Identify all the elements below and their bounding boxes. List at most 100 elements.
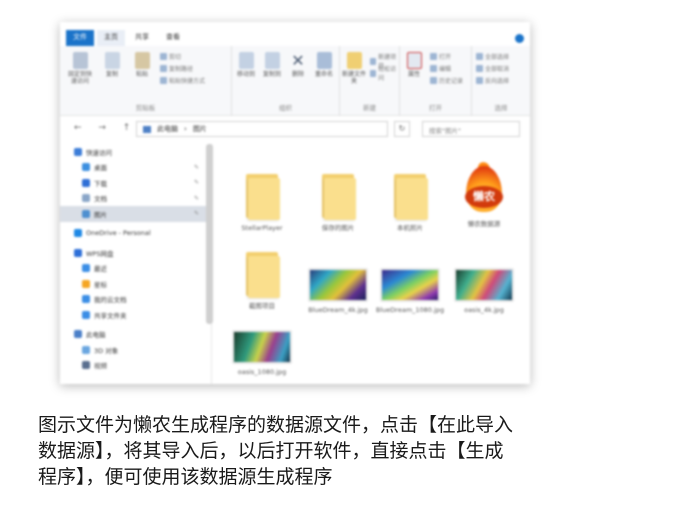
file-item[interactable]: 保存的图片: [300, 170, 376, 232]
sidebar-item[interactable]: 共享文件夹: [60, 307, 211, 323]
refresh-button[interactable]: ↻: [394, 121, 410, 137]
sidebar-item[interactable]: 快速访问: [60, 144, 211, 160]
rename-button[interactable]: 重命名: [312, 52, 336, 92]
pin-icon[interactable]: ✎: [194, 210, 199, 217]
tab-view[interactable]: 查看: [159, 30, 187, 46]
sidebar-item-icon: [82, 279, 90, 288]
tab-file[interactable]: 文件: [66, 30, 94, 46]
pin-icon[interactable]: ✎: [194, 164, 199, 171]
copy-path-button[interactable]: 复制路径: [160, 64, 193, 73]
sidebar-item-icon: [74, 229, 82, 238]
caption: 图示文件为懒农生成程序的数据源文件，点击【在此导入 数据源】，将其导入后，以后打…: [38, 412, 598, 490]
file-name: oasis_1080.jpg: [237, 368, 287, 376]
file-item[interactable]: 懒农 懒农数据源: [446, 160, 522, 228]
sidebar-item-label: 此电脑: [86, 331, 106, 340]
pin-icon[interactable]: ✎: [194, 195, 199, 202]
paste-button[interactable]: 粘贴: [130, 52, 154, 92]
pin-quick-access-button[interactable]: 固定到快速访问: [68, 52, 92, 92]
invert-selection-button[interactable]: 反向选择: [476, 76, 509, 85]
file-item[interactable]: oasis_1080.jpg: [224, 330, 300, 376]
folder-icon: [244, 170, 280, 220]
sidebar-item-icon: [74, 248, 82, 257]
delete-button[interactable]: ✕ 删除: [286, 52, 310, 92]
sidebar-item-label: 文档: [94, 195, 107, 204]
sidebar-item[interactable]: 下载 ✎: [60, 175, 211, 191]
breadcrumb-this-pc[interactable]: 此电脑: [157, 124, 178, 134]
navigation-arrows[interactable]: ← → ↑: [74, 123, 137, 133]
ribbon-tabs: 文件 主页 共享 查看: [60, 30, 530, 46]
sidebar-item[interactable]: OneDrive - Personal: [60, 226, 211, 242]
sidebar-item[interactable]: 3D 对象: [60, 342, 211, 358]
tab-share[interactable]: 共享: [128, 30, 156, 46]
select-all-button[interactable]: 全部选择: [476, 52, 509, 61]
history-button[interactable]: 历史记录: [430, 76, 463, 85]
sidebar-item-icon: [82, 178, 90, 187]
address-bar[interactable]: 此电脑 › 图片: [136, 121, 388, 137]
sidebar-item[interactable]: 我的云文档: [60, 292, 211, 308]
ribbon-group-label: 打开: [429, 104, 442, 112]
breadcrumb-pictures[interactable]: 图片: [193, 124, 207, 134]
file-item[interactable]: oasis_4k.jpg: [446, 268, 522, 314]
sidebar-item-label: 我的云文档: [94, 296, 127, 305]
image-thumbnail: [454, 268, 514, 302]
sidebar-item[interactable]: 星标: [60, 276, 211, 292]
paste-shortcut-button[interactable]: 粘贴快捷方式: [160, 76, 205, 85]
tab-home[interactable]: 主页: [97, 30, 125, 46]
ribbon-group-organize: 移动到 复制到 ✕ 删除 重命名 组织: [232, 46, 340, 116]
file-item[interactable]: 本机照片: [372, 170, 448, 232]
sidebar-item[interactable]: 视频: [60, 358, 211, 374]
sidebar-item[interactable]: WPS网盘: [60, 245, 211, 261]
sidebar-item[interactable]: 此电脑: [60, 327, 211, 343]
search-input[interactable]: 搜索"图片": [422, 121, 520, 137]
sidebar-item-label: 图片: [94, 210, 107, 219]
sidebar-item-icon: [82, 163, 90, 172]
paste-shortcut-icon: [160, 77, 167, 84]
sidebar-item[interactable]: 文档 ✎: [60, 191, 211, 207]
copy-path-icon: [160, 65, 167, 72]
image-thumbnail: [308, 268, 368, 302]
pin-icon: [72, 52, 88, 69]
caption-line-3: 程序】，便可使用该数据源生成程序: [38, 466, 333, 488]
file-item[interactable]: BlueDream_4k.jpg: [300, 268, 376, 314]
sidebar-item-icon: [82, 264, 90, 273]
navigation-pane: 快速访问桌面 ✎ 下载 ✎ 文档 ✎ 图片 ✎ OneDrive - Personal WPS网盘…: [60, 144, 212, 384]
sidebar-item-icon: [74, 330, 82, 339]
caption-line-2: 数据源】，将其导入后，以后打开软件，直接点击【生成: [38, 440, 504, 462]
file-item[interactable]: 截图项目: [224, 248, 300, 310]
edit-icon: [430, 65, 437, 72]
sidebar-scrollbar[interactable]: [206, 144, 213, 324]
sidebar-item[interactable]: 桌面 ✎: [60, 160, 211, 176]
help-icon[interactable]: [515, 34, 524, 43]
sidebar-item-label: WPS网盘: [86, 249, 114, 258]
new-folder-button[interactable]: 新建文件夹: [342, 52, 366, 92]
move-to-button[interactable]: 移动到: [234, 52, 258, 92]
image-thumbnail: [232, 330, 292, 364]
sidebar-item-label: 桌面: [94, 164, 107, 173]
properties-button[interactable]: 属性: [402, 52, 426, 92]
file-name: oasis_4k.jpg: [464, 306, 504, 314]
copy-button[interactable]: 复制: [100, 52, 124, 92]
ribbon-group-label: 剪贴板: [135, 104, 156, 112]
sidebar-item[interactable]: 最近: [60, 261, 211, 277]
select-none-icon: [476, 65, 483, 72]
file-item[interactable]: BlueDream_1080.jpg: [372, 268, 448, 314]
ribbon-group-new: 新建文件夹 新建项目 轻松访问 新建: [340, 46, 400, 116]
edit-button[interactable]: 编辑: [430, 64, 451, 73]
cut-icon: [160, 53, 167, 60]
open-icon: [430, 53, 437, 60]
easy-access-button[interactable]: 轻松访问: [370, 64, 399, 82]
open-button[interactable]: 打开: [430, 52, 451, 61]
file-name: StellarPlayer: [241, 224, 283, 232]
address-row: ← → ↑ 此电脑 › 图片 ↻ 搜索"图片": [60, 118, 530, 140]
lannong-logo-icon: 懒农: [462, 160, 506, 216]
sidebar-item-label: 下载: [94, 179, 107, 188]
paste-icon: [134, 52, 150, 69]
file-item[interactable]: StellarPlayer: [224, 170, 300, 232]
pin-icon[interactable]: ✎: [194, 179, 199, 186]
copy-to-button[interactable]: 复制到: [260, 52, 284, 92]
cut-button[interactable]: 剪切: [160, 52, 181, 61]
sidebar-item[interactable]: 图片 ✎: [60, 206, 211, 222]
ribbon-group-select: 全部选择 全部取消 反向选择 选择: [472, 46, 530, 116]
select-none-button[interactable]: 全部取消: [476, 64, 509, 73]
move-icon: [238, 52, 254, 69]
